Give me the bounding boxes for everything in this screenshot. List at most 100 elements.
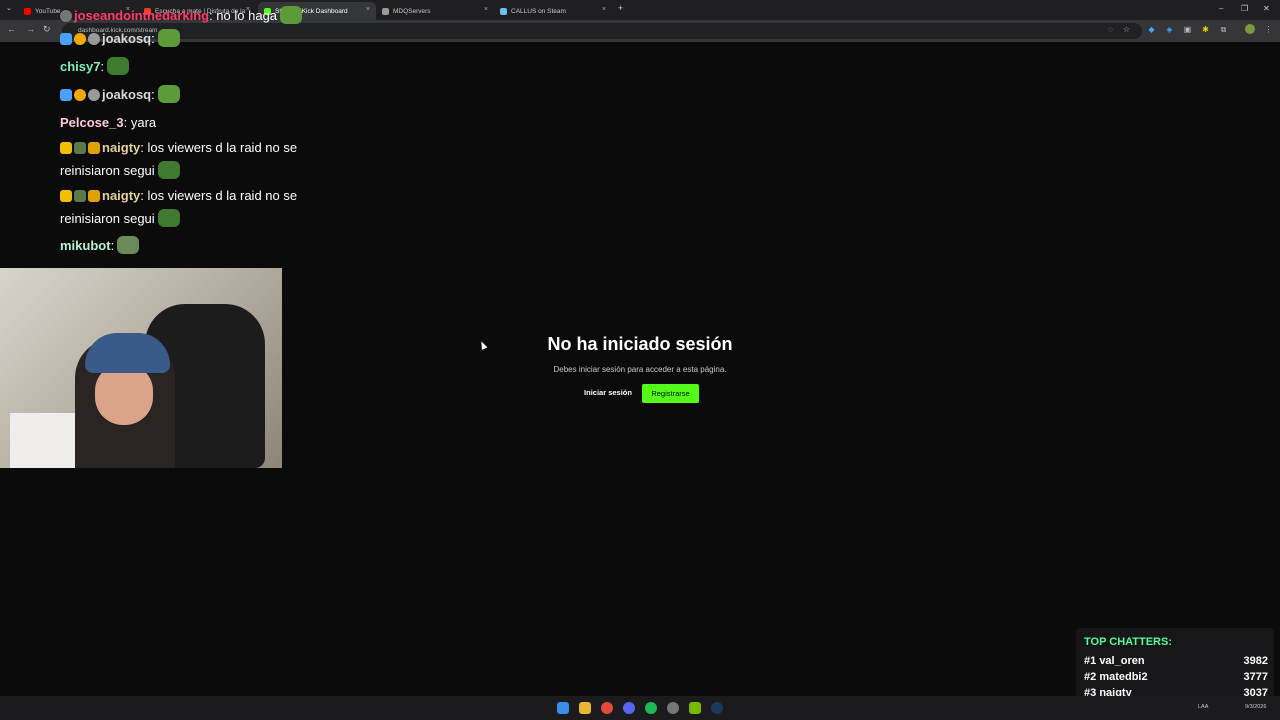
new-tab-button[interactable]: + bbox=[618, 3, 623, 13]
chatter-row: #1 val_oren 3982 bbox=[1084, 655, 1268, 667]
gift-badge-icon bbox=[88, 142, 100, 154]
tray-date[interactable]: 9/3/2026 bbox=[1245, 704, 1266, 710]
chatter-rank: #1 bbox=[1084, 655, 1097, 667]
frog-emote-icon bbox=[157, 29, 180, 47]
gift-badge-icon bbox=[88, 190, 100, 202]
chat-message: joseandointhedarking: no lo haga bbox=[60, 4, 350, 27]
chatter-rank: #2 bbox=[1084, 671, 1097, 683]
restore-icon[interactable]: ❐ bbox=[1241, 4, 1248, 13]
chat-text: : los viewers d la raid no se bbox=[140, 188, 298, 203]
page-subtitle: Debes iniciar sesión para acceder a esta… bbox=[553, 365, 727, 374]
chrome-icon[interactable] bbox=[601, 702, 613, 714]
menu-icon[interactable]: ⋮ bbox=[1264, 25, 1273, 34]
chat-message: joakosq: bbox=[60, 83, 350, 106]
chat-text: reinisiaron segui bbox=[60, 163, 155, 178]
desk-shape bbox=[10, 413, 75, 468]
extension-icon[interactable]: ▣ bbox=[1183, 25, 1192, 34]
login-button[interactable]: Iniciar sesión bbox=[580, 386, 636, 400]
close-tab-icon[interactable]: × bbox=[366, 6, 370, 13]
chat-text: : bbox=[100, 59, 105, 74]
frog-emote-icon bbox=[280, 6, 303, 24]
tray-language[interactable]: LAA bbox=[1198, 704, 1208, 710]
chat-username: mikubot bbox=[60, 238, 111, 253]
chat-message: joakosq: bbox=[60, 27, 350, 50]
chat-message: naigty: los viewers d la raid no se reini… bbox=[60, 184, 350, 230]
windows-start-icon[interactable] bbox=[557, 702, 569, 714]
steam-favicon-icon bbox=[500, 7, 507, 15]
chat-message: mikubot: bbox=[60, 234, 350, 257]
page-favicon-icon bbox=[382, 7, 389, 15]
top-chatters-title: TOP CHATTERS: bbox=[1084, 636, 1173, 648]
tab-search-icon[interactable]: ⌄ bbox=[6, 4, 12, 12]
chat-text: : bbox=[151, 31, 155, 46]
webcam-feed bbox=[0, 268, 282, 468]
chat-username: joakosq bbox=[102, 87, 152, 102]
chat-username: naigty bbox=[102, 140, 141, 155]
extension-icon[interactable]: ◆ bbox=[1147, 25, 1156, 34]
chat-text: : yara bbox=[123, 115, 157, 130]
chatter-name: val_oren bbox=[1099, 655, 1145, 667]
tab-mdqservers[interactable]: MDQServers × bbox=[376, 2, 494, 20]
chat-badge-icon bbox=[88, 89, 100, 101]
minimize-icon[interactable]: – bbox=[1219, 4, 1223, 13]
eye-off-icon[interactable]: ◌ bbox=[1106, 25, 1115, 34]
tab-steam[interactable]: CALLUS on Steam × bbox=[494, 2, 612, 20]
tank-emote-icon bbox=[117, 236, 140, 254]
chat-text: : no lo haga bbox=[209, 8, 278, 23]
close-tab-icon[interactable]: × bbox=[484, 6, 488, 13]
tab-label: YouTube bbox=[35, 7, 61, 15]
gift-badge-icon bbox=[74, 33, 86, 45]
back-icon[interactable]: ← bbox=[7, 24, 16, 34]
frog-emote-icon bbox=[107, 57, 130, 75]
chat-overlay: joseandointhedarking: no lo haga joakosq… bbox=[60, 6, 350, 257]
chat-text: : bbox=[151, 87, 155, 102]
chat-username: chisy7 bbox=[60, 59, 101, 74]
tank-badge-icon bbox=[74, 142, 86, 154]
chatter-row: #2 matedbi2 3777 bbox=[1084, 671, 1268, 683]
app-icon[interactable] bbox=[667, 702, 679, 714]
frog-emote-icon bbox=[157, 209, 180, 227]
frog-emote-icon bbox=[157, 85, 180, 103]
chat-username: naigty bbox=[102, 188, 141, 203]
nvidia-icon[interactable] bbox=[689, 702, 701, 714]
extension-icon[interactable]: ✱ bbox=[1201, 25, 1210, 34]
puzzle-icon[interactable]: ⧉ bbox=[1219, 25, 1228, 34]
tab-label: CALLUS on Steam bbox=[511, 7, 566, 15]
chat-username: joseandointhedarking bbox=[74, 8, 210, 23]
chat-text: : los viewers d la raid no se bbox=[140, 140, 298, 155]
chat-text: : bbox=[110, 238, 115, 253]
chat-message: Pelcose_3: yara bbox=[60, 111, 350, 134]
chatter-score: 3982 bbox=[1243, 655, 1268, 667]
frog-emote-icon bbox=[157, 161, 180, 179]
chatter-name: matedbi2 bbox=[1099, 671, 1148, 683]
file-explorer-icon[interactable] bbox=[579, 702, 591, 714]
youtube-favicon-icon bbox=[24, 7, 31, 15]
chat-username: Pelcose_3 bbox=[60, 115, 124, 130]
steam-icon[interactable] bbox=[711, 702, 723, 714]
tab-label: MDQServers bbox=[393, 7, 431, 15]
crown-badge-icon bbox=[60, 190, 72, 202]
avatar[interactable] bbox=[1245, 24, 1255, 34]
reload-icon[interactable]: ↻ bbox=[43, 24, 51, 35]
forward-icon[interactable]: → bbox=[26, 24, 35, 34]
sword-badge-icon bbox=[60, 33, 72, 45]
tank-badge-icon bbox=[74, 190, 86, 202]
spotify-icon[interactable] bbox=[645, 702, 657, 714]
register-button[interactable]: Registrarse bbox=[642, 384, 699, 403]
windows-taskbar bbox=[0, 696, 1280, 720]
chat-badge-icon bbox=[88, 33, 100, 45]
close-window-icon[interactable]: ✕ bbox=[1263, 4, 1270, 13]
close-tab-icon[interactable]: × bbox=[602, 6, 606, 13]
chat-message: naigty: los viewers d la raid no se reini… bbox=[60, 136, 350, 182]
chat-message: chisy7: bbox=[60, 55, 350, 78]
chat-username: joakosq bbox=[102, 31, 152, 46]
chat-badge-icon bbox=[60, 10, 72, 22]
crown-badge-icon bbox=[60, 142, 72, 154]
extension-icon[interactable]: ◈ bbox=[1165, 25, 1174, 34]
streamer-cap-shape bbox=[85, 333, 170, 373]
sword-badge-icon bbox=[60, 89, 72, 101]
chat-text: reinisiaron segui bbox=[60, 211, 155, 226]
discord-icon[interactable] bbox=[623, 702, 635, 714]
page-title: No ha iniciado sesión bbox=[547, 334, 733, 354]
bookmark-star-icon[interactable]: ☆ bbox=[1122, 25, 1131, 34]
